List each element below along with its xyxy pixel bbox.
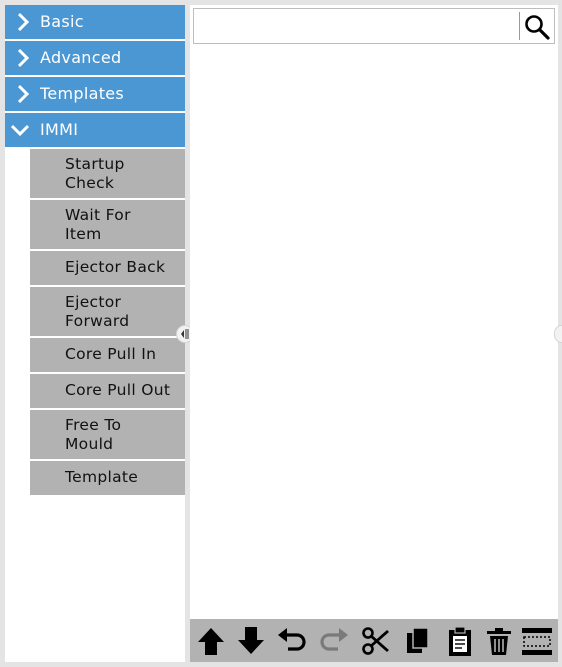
- list-item-core-pull-in[interactable]: Core Pull In: [30, 338, 185, 372]
- list-item-core-pull-out[interactable]: Core Pull Out: [30, 374, 185, 408]
- scissors-icon[interactable]: [360, 625, 392, 657]
- item-label: Core Pull Out: [65, 381, 171, 399]
- search-input[interactable]: [196, 11, 520, 43]
- search-bar: [193, 8, 555, 44]
- trash-icon[interactable]: [483, 625, 515, 657]
- category-templates[interactable]: Templates: [5, 77, 185, 111]
- right-edge-handle[interactable]: [554, 325, 562, 343]
- left-panel: Basic Advanced Templates IMMI Startup Ch…: [5, 5, 185, 662]
- arrow-down-icon[interactable]: [235, 625, 267, 657]
- item-label: Core Pull In: [65, 345, 157, 363]
- category-label: Templates: [40, 84, 125, 103]
- list-item-ejector-forward[interactable]: Ejector Forward: [30, 287, 185, 336]
- item-label: Template: [65, 468, 139, 486]
- chevron-right-icon: [17, 12, 30, 32]
- undo-icon[interactable]: [276, 625, 308, 657]
- chevron-right-icon: [17, 48, 30, 68]
- suppress-icon[interactable]: [521, 625, 553, 657]
- category-label: IMMI: [40, 120, 79, 139]
- category-label: Basic: [40, 12, 84, 31]
- category-label: Advanced: [40, 48, 122, 67]
- list-item-ejector-back[interactable]: Ejector Back: [30, 251, 185, 285]
- category-advanced[interactable]: Advanced: [5, 41, 185, 75]
- item-label: Free To Mould: [65, 416, 122, 453]
- list-item-wait-for-item[interactable]: Wait For Item: [30, 200, 185, 249]
- redo-icon[interactable]: [318, 625, 350, 657]
- toolbar: [190, 619, 558, 662]
- list-item-startup-check[interactable]: Startup Check: [30, 149, 185, 198]
- clipboard-icon[interactable]: [444, 625, 476, 657]
- item-label: Wait For Item: [65, 206, 131, 243]
- item-label: Ejector Back: [65, 258, 166, 276]
- category-immi[interactable]: IMMI: [5, 113, 185, 147]
- chevron-down-icon: [10, 124, 30, 137]
- search-icon[interactable]: [524, 14, 550, 40]
- search-divider: [519, 12, 520, 40]
- copy-icon[interactable]: [402, 625, 434, 657]
- list-item-template[interactable]: Template: [30, 461, 185, 495]
- item-label: Ejector Forward: [65, 293, 130, 330]
- category-basic[interactable]: Basic: [5, 5, 185, 39]
- right-panel: [190, 5, 558, 662]
- arrow-up-icon[interactable]: [195, 625, 227, 657]
- item-label: Startup Check: [65, 155, 125, 192]
- list-item-free-to-mould[interactable]: Free To Mould: [30, 410, 185, 459]
- chevron-right-icon: [17, 84, 30, 104]
